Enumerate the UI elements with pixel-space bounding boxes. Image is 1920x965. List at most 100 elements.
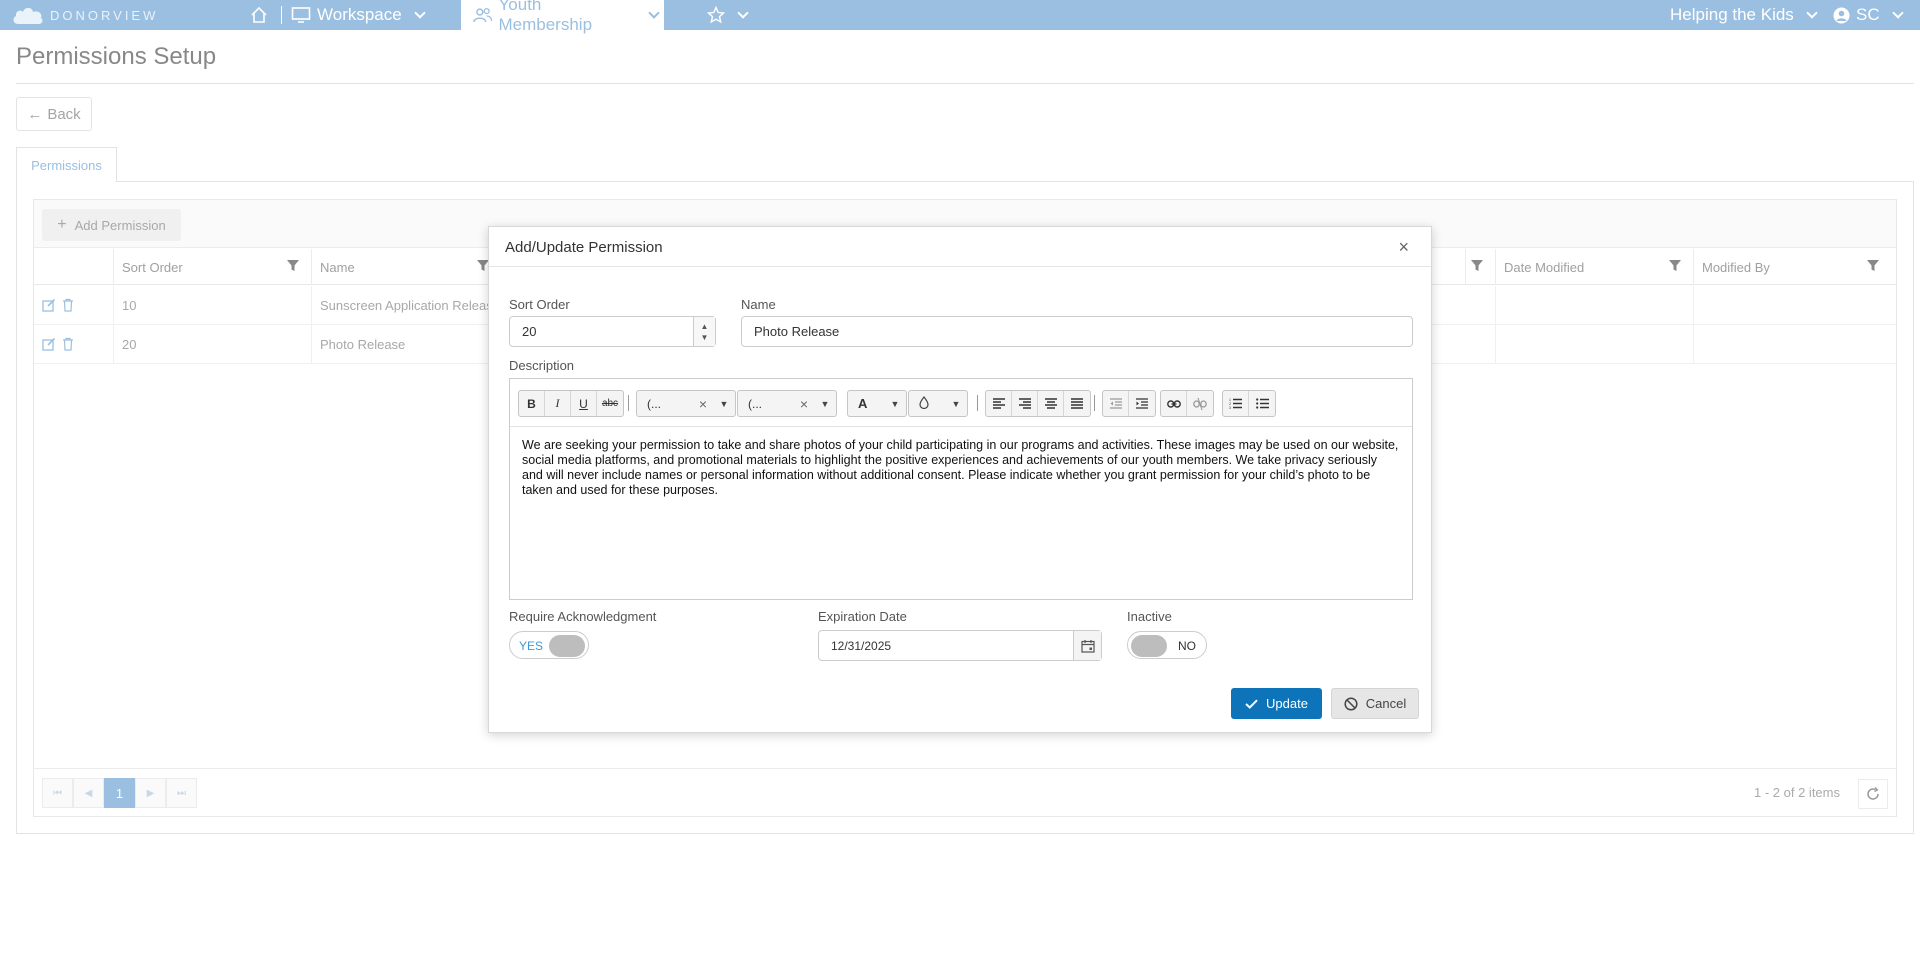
column-header-sort-order[interactable]: Sort Order [113, 249, 311, 285]
refresh-button[interactable] [1858, 779, 1888, 809]
user-menu[interactable]: SC [1833, 0, 1908, 30]
last-page-button[interactable]: ⏭ [166, 778, 197, 808]
active-tab-label: Youth Membership [498, 0, 593, 34]
modified-by-cell [1693, 286, 1891, 325]
background-color-picker[interactable]: ▼ [908, 390, 968, 417]
unordered-list-icon[interactable] [1249, 391, 1275, 416]
name-cell: Sunscreen Application Release [311, 286, 501, 325]
tab-permissions-label: Permissions [31, 157, 102, 173]
clear-icon[interactable]: × [693, 396, 713, 412]
font-color-icon: A [858, 396, 868, 411]
text-style-group: B I U abc [518, 390, 624, 417]
date-modified-cell [1495, 286, 1693, 325]
description-editor[interactable]: B I U abc (... × ▼ (... × ▼ A ▼ ▼ 1 2 3 … [509, 378, 1413, 600]
cancel-icon [1344, 696, 1358, 711]
font-size-combo[interactable]: (... × ▼ [737, 390, 837, 417]
link-icon[interactable] [1161, 391, 1187, 416]
column-header-date-modified[interactable]: Date Modified [1495, 249, 1693, 285]
expiration-date-value: 12/31/2025 [831, 638, 892, 653]
strikethrough-icon[interactable]: abc [597, 391, 623, 416]
add-permission-button[interactable]: + Add Permission [42, 209, 181, 241]
bold-icon[interactable]: B [519, 391, 545, 416]
workspace-label: Workspace [317, 5, 402, 24]
underline-icon[interactable]: U [571, 391, 597, 416]
brand-name: DONORVIEW [50, 7, 159, 23]
align-left-icon[interactable] [986, 391, 1012, 416]
inactive-toggle[interactable]: NO [1127, 631, 1207, 659]
column-header-hidden[interactable] [1465, 249, 1495, 285]
toggle-state-label: YES [519, 639, 544, 653]
favorites-menu[interactable] [707, 0, 753, 30]
toggle-state-label: NO [1178, 639, 1196, 653]
toggle-knob [1131, 635, 1167, 657]
outdent-icon[interactable] [1103, 391, 1129, 416]
youth-membership-tab[interactable]: Youth Membership [461, 0, 664, 34]
trash-icon[interactable] [62, 298, 74, 312]
organization-menu[interactable]: Helping the Kids [1670, 0, 1822, 30]
edit-icon[interactable] [42, 337, 56, 351]
current-page-button[interactable]: 1 [104, 778, 135, 808]
sort-order-cell: 20 [113, 325, 311, 364]
filter-icon[interactable] [287, 260, 299, 272]
list-group: 123 [1222, 390, 1276, 417]
font-color-picker[interactable]: A ▼ [847, 390, 907, 417]
sort-order-spinner[interactable]: ▲ ▼ [693, 317, 715, 346]
caret-down-icon[interactable]: ▼ [884, 399, 906, 409]
spin-down-icon[interactable]: ▼ [701, 332, 709, 343]
trash-icon[interactable] [62, 337, 74, 351]
align-justify-icon[interactable] [1064, 391, 1090, 416]
require-acknowledgment-toggle[interactable]: YES [509, 631, 589, 659]
edit-icon[interactable] [42, 298, 56, 312]
align-right-icon[interactable] [1012, 391, 1038, 416]
name-label: Name [741, 297, 776, 312]
editor-toolbar: B I U abc (... × ▼ (... × ▼ A ▼ ▼ 1 2 3 [510, 379, 1412, 427]
add-update-permission-dialog: Add/Update Permission × Sort Order 20 ▲ … [488, 226, 1432, 733]
column-header-modified-by[interactable]: Modified By [1693, 249, 1891, 285]
filter-icon[interactable] [1471, 260, 1483, 272]
ordered-list-icon[interactable]: 123 [1223, 391, 1249, 416]
clear-icon[interactable]: × [794, 396, 814, 412]
caret-down-icon[interactable]: ▼ [814, 399, 836, 409]
brand-logo[interactable]: DONORVIEW [12, 4, 158, 26]
toolbar-separator [628, 395, 629, 411]
back-button[interactable]: ← Back [16, 97, 92, 131]
title-divider [16, 83, 1914, 84]
font-name-combo[interactable]: (... × ▼ [636, 390, 736, 417]
previous-page-button[interactable]: ◀ [73, 778, 104, 808]
refresh-icon [1867, 787, 1879, 800]
sort-order-value: 20 [522, 324, 537, 339]
update-label: Update [1266, 696, 1308, 711]
name-value: Photo Release [754, 324, 840, 339]
close-icon[interactable]: × [1398, 237, 1409, 258]
font-size-value: (... [748, 396, 762, 411]
actions-column-header [34, 249, 113, 285]
caret-down-icon[interactable]: ▼ [945, 399, 967, 409]
workspace-menu[interactable]: Workspace [291, 0, 430, 30]
caret-down-icon[interactable]: ▼ [713, 399, 735, 409]
description-content[interactable]: We are seeking your permission to take a… [510, 427, 1412, 509]
unlink-icon[interactable] [1187, 391, 1213, 416]
next-page-button[interactable]: ▶ [135, 778, 166, 808]
chevron-down-icon [737, 7, 749, 19]
indent-icon[interactable] [1129, 391, 1155, 416]
expiration-date-input[interactable]: 12/31/2025 [818, 630, 1102, 661]
first-page-button[interactable]: ⏮ [42, 778, 73, 808]
italic-icon[interactable]: I [545, 391, 571, 416]
update-button[interactable]: Update [1231, 688, 1322, 719]
column-label: Name [320, 259, 355, 275]
name-input[interactable]: Photo Release [741, 316, 1413, 347]
align-center-icon[interactable] [1038, 391, 1064, 416]
cancel-button[interactable]: Cancel [1331, 688, 1419, 719]
calendar-button[interactable] [1073, 631, 1101, 660]
filter-icon[interactable] [1669, 260, 1681, 272]
column-header-name[interactable]: Name [311, 249, 501, 285]
toggle-knob [549, 635, 585, 657]
home-nav[interactable] [250, 0, 268, 30]
filter-icon[interactable] [1867, 260, 1879, 272]
row-actions [42, 298, 74, 312]
organization-label: Helping the Kids [1670, 5, 1794, 24]
tab-permissions[interactable]: Permissions [16, 147, 117, 182]
check-icon [1245, 698, 1258, 709]
sort-order-input[interactable]: 20 ▲ ▼ [509, 316, 716, 347]
spin-up-icon[interactable]: ▲ [701, 321, 709, 332]
